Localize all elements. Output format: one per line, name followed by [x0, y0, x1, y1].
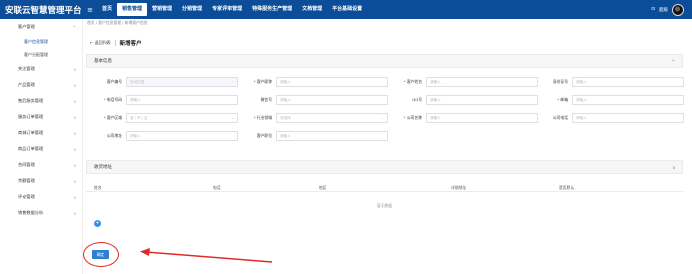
annotation-arrow [140, 248, 273, 263]
arrow-shaft [145, 251, 273, 263]
arrow-head [140, 248, 150, 256]
